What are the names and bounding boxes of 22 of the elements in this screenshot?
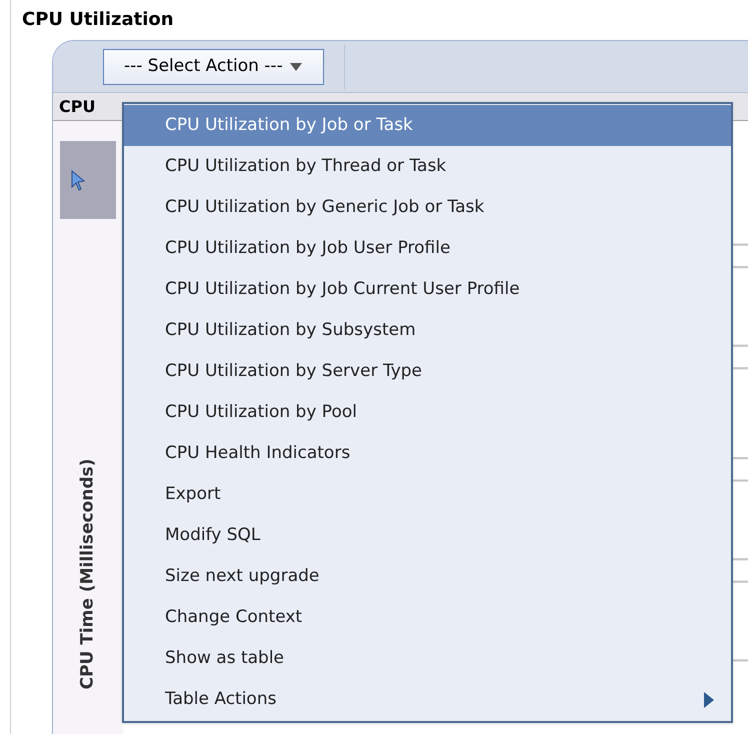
submenu-arrow-icon bbox=[703, 690, 715, 708]
menu-item[interactable]: Show as table bbox=[124, 638, 731, 679]
menu-item[interactable]: CPU Utilization by Job User Profile bbox=[124, 228, 731, 269]
menu-item[interactable]: Export bbox=[124, 474, 731, 515]
pointer-tool-icon[interactable] bbox=[60, 141, 116, 219]
chart-header-label: CPU bbox=[59, 96, 96, 118]
menu-item[interactable]: Change Context bbox=[124, 597, 731, 638]
menu-item[interactable]: Modify SQL bbox=[124, 515, 731, 556]
section-title: CPU Utilization bbox=[22, 8, 175, 32]
menu-item[interactable]: CPU Utilization by Generic Job or Task bbox=[124, 187, 731, 228]
menu-item[interactable]: CPU Utilization by Pool bbox=[124, 392, 731, 433]
menu-item[interactable]: CPU Utilization by Job or Task bbox=[124, 105, 731, 146]
caret-icon bbox=[288, 62, 303, 72]
select-action-button[interactable]: --- Select Action --- bbox=[103, 48, 324, 84]
menu-item[interactable]: Table Actions bbox=[124, 679, 731, 720]
menu-item[interactable]: CPU Utilization by Thread or Task bbox=[124, 146, 731, 187]
menu-item[interactable]: CPU Utilization by Job Current User Profile bbox=[124, 269, 731, 310]
menu-item[interactable]: Size next upgrade bbox=[124, 556, 731, 597]
y-axis-label: CPU Time (Milliseconds) bbox=[76, 458, 98, 692]
menu-item[interactable]: CPU Utilization by Subsystem bbox=[124, 310, 731, 351]
menu-item[interactable]: CPU Health Indicators bbox=[124, 433, 731, 474]
menu-item[interactable]: CPU Utilization by Server Type bbox=[124, 351, 731, 392]
